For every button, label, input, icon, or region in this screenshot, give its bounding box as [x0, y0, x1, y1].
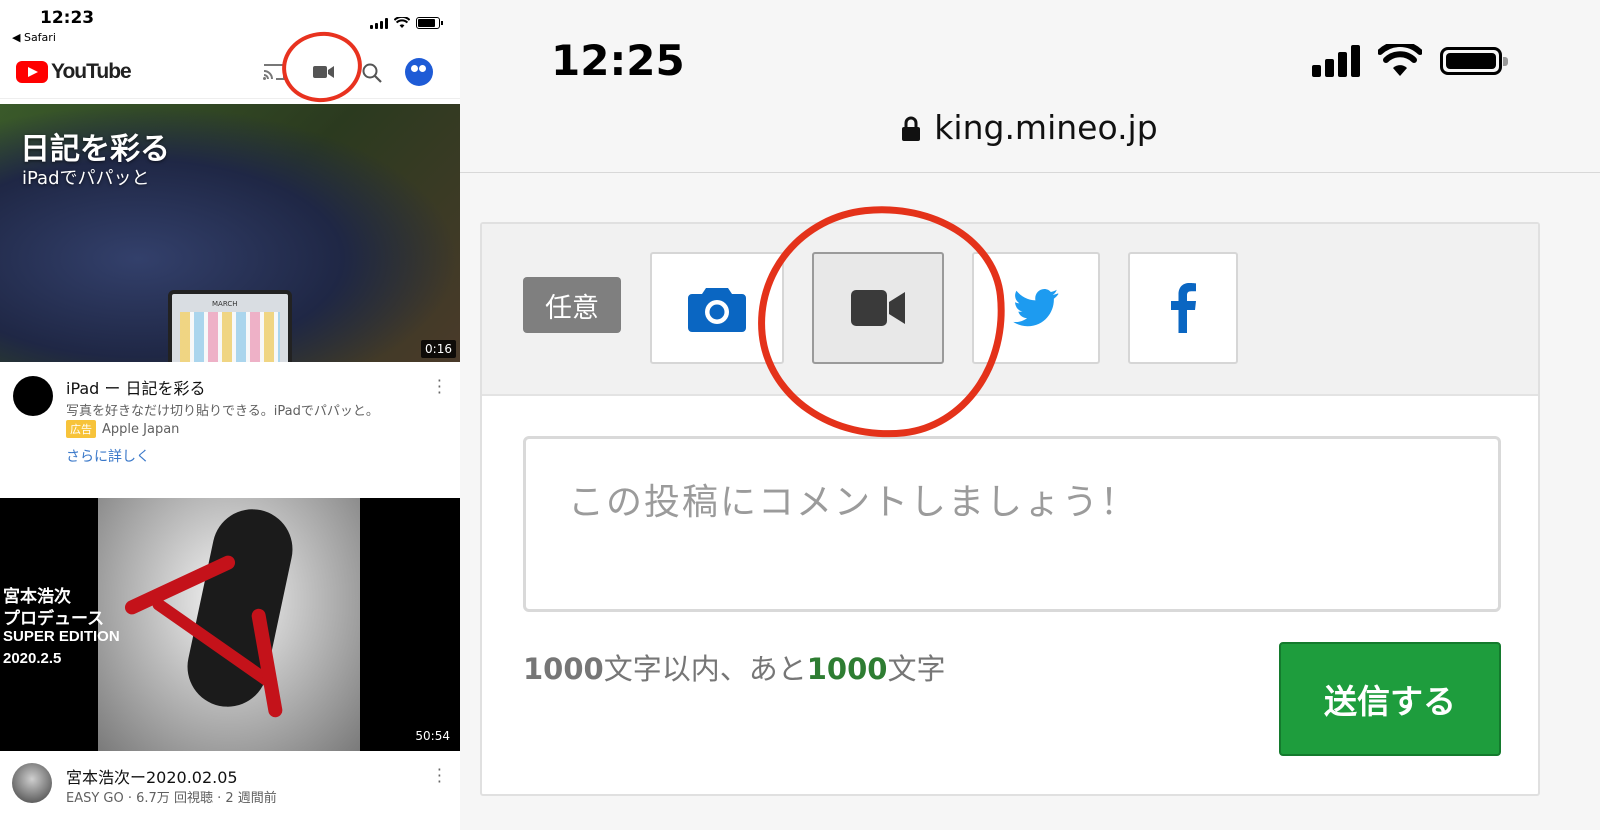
thumbnail-screen-label: MARCH	[212, 300, 238, 308]
comment-input[interactable]	[526, 439, 1498, 609]
youtube-header: YouTube	[0, 50, 460, 99]
back-to-safari-link[interactable]: ◀ Safari	[12, 31, 56, 44]
video-info: 宮本浩次ー2020.02.05 EASY GO · 6.7万 回視聴 · 2 週…	[0, 751, 460, 830]
video-title[interactable]: 宮本浩次ー2020.02.05	[66, 764, 238, 788]
optional-badge: 任意	[523, 277, 621, 333]
character-counter: 1000文字以内、あと1000文字	[523, 646, 945, 688]
youtube-logo-text: YouTube	[51, 60, 132, 83]
address-bar[interactable]: king.mineo.jp	[460, 108, 1600, 147]
youtube-screenshot: 12:23 ◀ Safari YouTube MARCH 日記を彩る iPadで…	[0, 0, 460, 830]
submit-button[interactable]: 送信する	[1279, 642, 1501, 756]
mineo-screenshot: 12:25 king.mineo.jp 任意 この投稿にコメントしましょう！ 1…	[460, 0, 1600, 830]
account-avatar-icon[interactable]	[405, 58, 433, 86]
signal-icon	[1312, 45, 1360, 77]
more-options-icon[interactable]: · · ·	[437, 762, 442, 790]
divider	[460, 172, 1600, 173]
ad-info: iPad ー 日記を彩る 写真を好きなだけ切り貼りできる。iPadでパパッと。 …	[0, 362, 460, 498]
share-facebook-button[interactable]	[1128, 252, 1238, 364]
battery-icon	[416, 17, 443, 29]
ad-badge: 広告	[66, 420, 96, 438]
wifi-icon	[1378, 44, 1422, 76]
learn-more-link[interactable]: さらに詳しく	[66, 446, 150, 466]
wifi-icon	[394, 17, 410, 28]
apple-channel-avatar[interactable]	[13, 376, 53, 416]
ad-title[interactable]: iPad ー 日記を彩る	[66, 375, 206, 399]
attachment-bar: 任意	[482, 224, 1538, 396]
ad-thumbnail-title: 日記を彩る	[20, 132, 170, 167]
status-bar: 12:25	[460, 0, 1600, 100]
facebook-icon	[1171, 283, 1196, 333]
ad-meta: 広告 Apple Japan	[66, 420, 179, 438]
comment-form: 任意 この投稿にコメントしましょう！ 1000文字以内、あと1000文字 送信す…	[480, 222, 1540, 796]
counter-remaining: 1000	[806, 652, 888, 686]
comment-input-box[interactable]	[523, 436, 1501, 612]
ad-description: 写真を好きなだけ切り貼りできる。iPadでパパッと。	[66, 404, 379, 419]
channel-avatar[interactable]	[12, 763, 52, 803]
status-icons	[1312, 44, 1508, 78]
signal-icon	[370, 17, 388, 29]
lock-icon	[902, 116, 921, 141]
youtube-play-icon	[16, 61, 48, 83]
video-thumbnail-line: SUPER EDITION	[3, 628, 120, 645]
video-duration: 0:16	[421, 340, 456, 358]
video-meta: EASY GO · 6.7万 回視聴 · 2 週間前	[66, 791, 277, 806]
counter-text: 文字以内、あと	[603, 652, 807, 686]
status-icons	[370, 17, 443, 29]
ad-thumbnail[interactable]: MARCH 日記を彩る iPadでパパッと 0:16	[0, 104, 460, 362]
battery-icon	[1440, 47, 1508, 75]
ad-thumbnail-subtitle: iPadでパパッと	[22, 168, 150, 189]
twitter-icon	[1013, 289, 1059, 327]
status-time: 12:25	[551, 36, 685, 85]
search-icon[interactable]	[361, 62, 383, 84]
more-options-icon[interactable]: · · ·	[437, 373, 442, 401]
counter-max: 1000	[523, 652, 604, 686]
youtube-logo[interactable]: YouTube	[16, 60, 132, 84]
status-time: 12:23	[40, 8, 95, 28]
ad-channel: Apple Japan	[102, 421, 180, 437]
video-thumbnail-line: プロデュース	[3, 609, 105, 629]
camera-icon	[688, 288, 746, 332]
status-bar: 12:23 ◀ Safari	[0, 0, 460, 50]
thumbnail-ipad-illustration: MARCH	[168, 290, 292, 362]
video-duration: 50:54	[411, 727, 454, 745]
counter-text: 文字	[887, 652, 946, 686]
video-thumbnail[interactable]: 宮本浩次 プロデュース SUPER EDITION 2020.2.5 50:54	[0, 498, 460, 751]
url-text: king.mineo.jp	[934, 108, 1158, 147]
video-thumbnail-line: 2020.2.5	[3, 650, 62, 667]
